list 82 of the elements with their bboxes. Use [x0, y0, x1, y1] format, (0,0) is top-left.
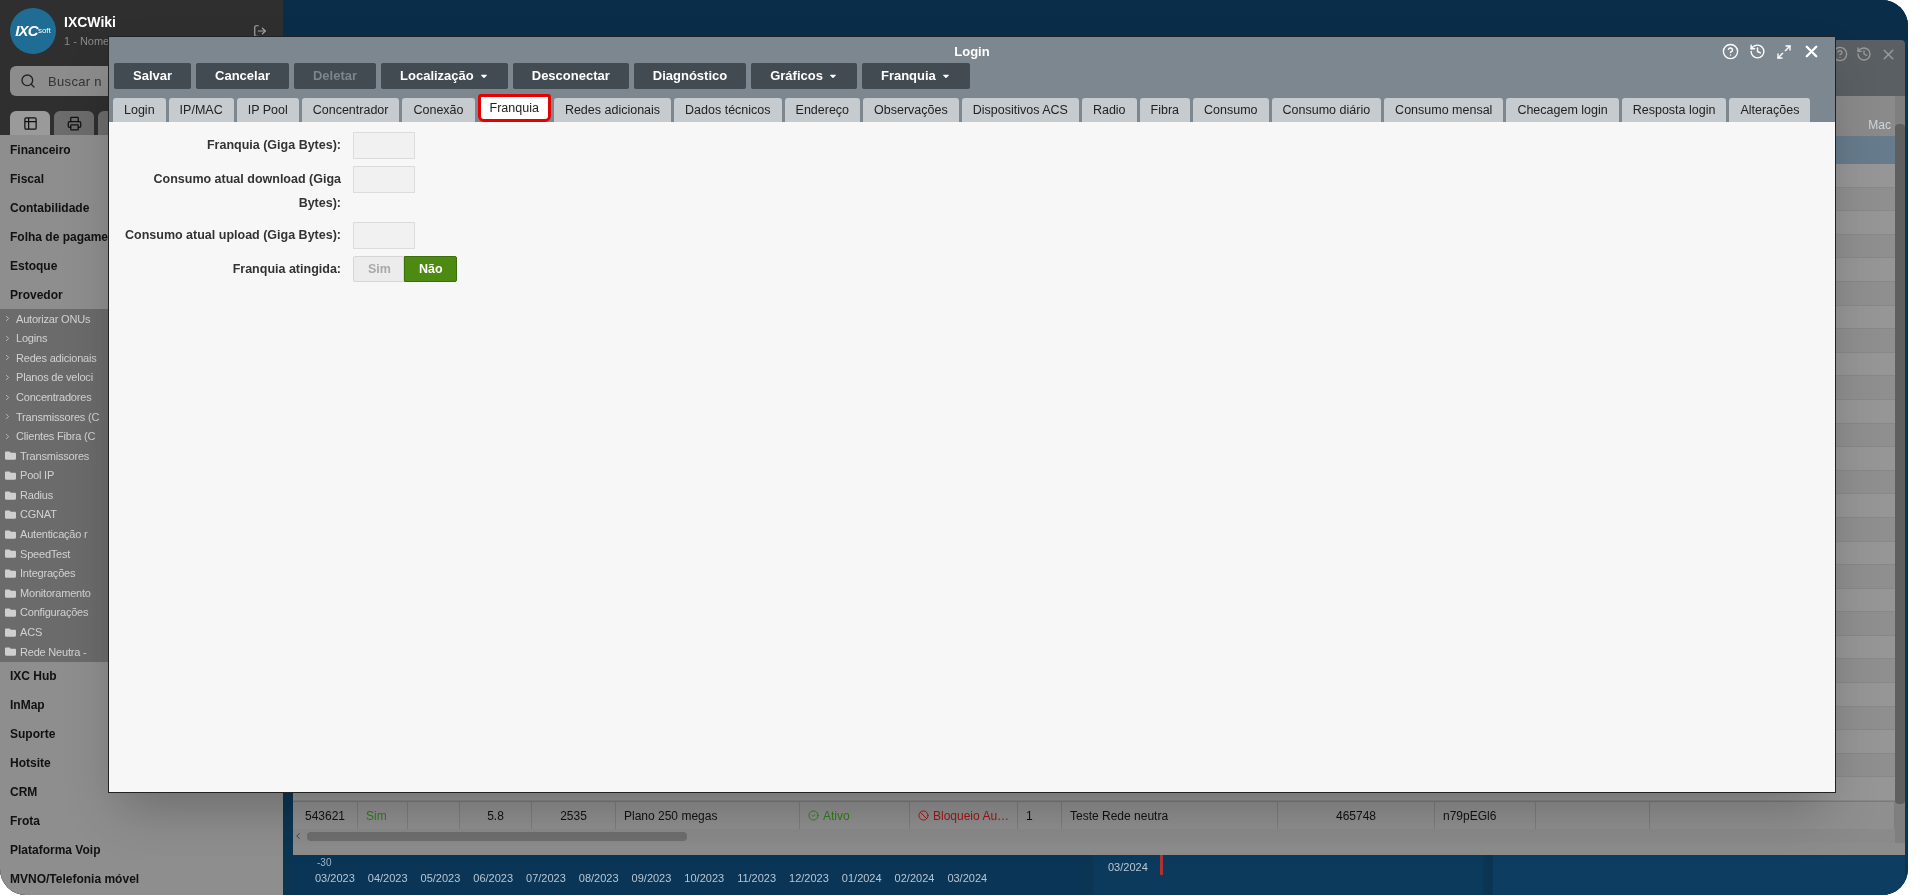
axis-label: 09/2023 — [631, 871, 672, 886]
table-cell-text: 465748 — [1335, 807, 1376, 825]
field-label: Consumo atual download (Giga Bytes): — [152, 171, 341, 212]
tab[interactable]: Alterações — [1729, 98, 1811, 122]
axis-label: 03/2023 — [315, 871, 355, 886]
status-label: Bloqueio Au… — [918, 806, 1010, 825]
toolbar-button[interactable]: Salvar — [114, 63, 192, 89]
table-cell-text: Plano 250 megas — [624, 807, 718, 825]
submenu-item[interactable]: Concentradores — [0, 387, 283, 407]
tab[interactable]: Consumo diário — [1271, 98, 1382, 122]
submenu-item[interactable]: Rede Neutra - — [0, 642, 283, 662]
submenu-item[interactable]: Planos de veloci — [0, 367, 283, 388]
tab[interactable]: Endereço — [784, 98, 861, 122]
submenu-item[interactable]: Autenticação r — [0, 524, 283, 545]
submenu-item[interactable]: Transmissores — [0, 446, 283, 466]
axis-label: 12/2023 — [789, 871, 829, 886]
tab[interactable]: Consumo — [1193, 98, 1269, 122]
tab[interactable]: Redes adicionais — [553, 98, 672, 122]
tab[interactable]: Resposta login — [1621, 98, 1727, 122]
submenu-item[interactable]: Integrações — [0, 563, 283, 584]
axis-label: 07/2023 — [526, 871, 566, 886]
tab[interactable]: Franquia — [477, 94, 551, 122]
submenu-item[interactable]: CGNAT — [0, 504, 283, 525]
tab[interactable]: Radio — [1081, 98, 1137, 122]
axis-label: 08/2023 — [578, 871, 619, 886]
submenu-item[interactable]: Pool IP — [0, 465, 283, 486]
toolbar-button[interactable]: Desconectar — [512, 63, 629, 89]
field-label: Franquia (Giga Bytes): — [205, 137, 341, 154]
tab[interactable]: Observações — [863, 98, 959, 122]
tab[interactable]: IP Pool — [236, 98, 299, 122]
submenu-item[interactable]: Redes adicionais — [0, 348, 283, 368]
tab[interactable]: Checagem login — [1506, 98, 1619, 122]
axis-label: 01/2024 — [841, 871, 882, 886]
table-cell-text: n79pEGl6 — [1443, 807, 1497, 825]
axis-tick: -30 — [317, 856, 332, 870]
table-cell-text: 1 — [1026, 807, 1033, 825]
dialog-title: Login — [954, 42, 990, 61]
toggle-option[interactable]: Não — [404, 256, 457, 282]
toolbar-button[interactable]: Diagnóstico — [633, 63, 747, 89]
tab[interactable]: Dados técnicos — [674, 98, 782, 122]
dropdown-button[interactable]: Localização — [381, 63, 508, 89]
axis-label: 04/2023 — [367, 871, 408, 886]
submenu-item[interactable]: Configurações — [0, 602, 283, 623]
tab[interactable]: IP/MAC — [168, 98, 234, 122]
submenu-item[interactable]: Logins — [0, 328, 283, 349]
submenu-item[interactable]: Radius — [0, 485, 283, 505]
menu-item[interactable]: Plataforma Voip — [0, 835, 283, 865]
submenu-item[interactable]: SpeedTest — [0, 544, 283, 564]
menu-item[interactable]: Frota — [0, 806, 283, 836]
axis-label: 11/2023 — [737, 871, 777, 886]
axis-label: 05/2023 — [420, 871, 461, 886]
table-cell-text: Sim — [366, 807, 387, 825]
tab[interactable]: Dispositivos ACS — [961, 98, 1079, 122]
dropdown-button[interactable]: Gráficos — [751, 63, 857, 89]
submenu-item[interactable]: Autorizar ONUs — [0, 309, 283, 329]
tab[interactable]: Login — [113, 98, 166, 122]
axis-label: 02/2024 — [894, 871, 935, 886]
account-name: 1 - Nome — [64, 34, 111, 50]
submenu-item[interactable]: Transmissores (C — [0, 406, 283, 427]
axis-label: 10/2023 — [684, 871, 725, 886]
field-label: Franquia atingida: — [231, 261, 341, 278]
table-cell-text: 543621 — [304, 807, 345, 825]
submenu-item[interactable]: Monitoramento — [0, 583, 283, 603]
dropdown-button[interactable]: Franquia — [861, 63, 970, 89]
table-cell-text: 5.8 — [487, 807, 504, 825]
field-label: Consumo atual upload (Giga Bytes): — [124, 227, 341, 244]
table-cell-text: 2535 — [560, 807, 587, 825]
axis-label: 06/2023 — [473, 871, 514, 886]
submenu-item[interactable]: ACS — [0, 622, 283, 643]
axis-label: 03/2024 — [947, 871, 988, 886]
tab[interactable]: Consumo mensal — [1384, 98, 1504, 122]
table-cell-text: Teste Rede neutra — [1070, 807, 1169, 825]
tab[interactable]: Fibra — [1139, 98, 1191, 122]
submenu-item[interactable]: Clientes Fibra (C — [0, 426, 283, 447]
status-label: Ativo — [808, 806, 850, 825]
tab[interactable]: Conexão — [402, 98, 475, 122]
app-name: IXCWiki — [64, 13, 117, 33]
menu-item[interactable]: MVNO/Telefonia móvel — [0, 864, 283, 894]
axis-label: 03/2024 — [1108, 860, 1148, 875]
tab[interactable]: Concentrador — [301, 98, 400, 122]
toolbar-button[interactable]: Cancelar — [196, 63, 289, 89]
column-header: Mac — [1868, 117, 1891, 134]
